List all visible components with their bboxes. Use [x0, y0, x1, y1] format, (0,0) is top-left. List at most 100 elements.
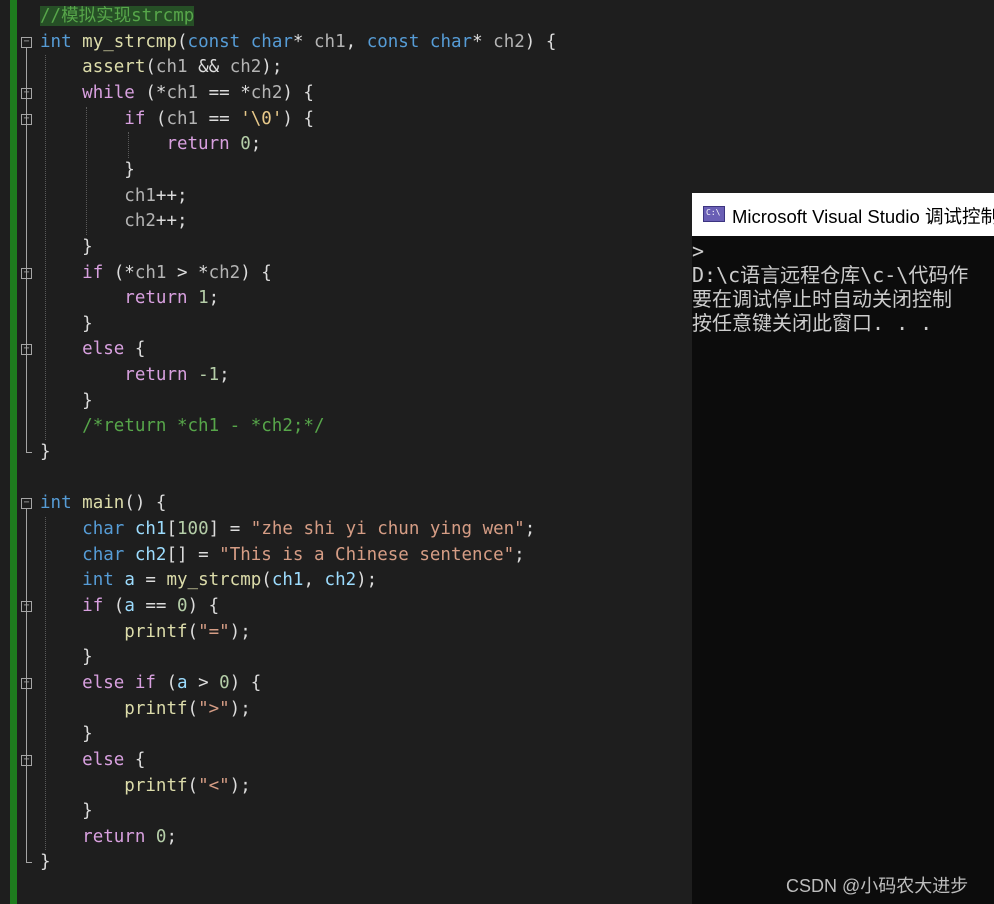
indent-guide: [45, 55, 46, 441]
indent-guide: [45, 517, 46, 851]
code-line[interactable]: else if (a > 0) {: [40, 671, 261, 696]
code-token: ch1: [271, 570, 304, 591]
code-token: ;: [524, 519, 536, 539]
code-token: ch1: [314, 31, 346, 52]
code-line[interactable]: return 0;: [40, 825, 177, 850]
code-line[interactable]: char ch2[] = "This is a Chinese sentence…: [40, 543, 525, 568]
code-token: /*return *ch1 - *ch2;*/: [82, 416, 325, 437]
code-line[interactable]: printf(">");: [40, 697, 250, 722]
console-output-line: 按任意键关闭此窗口. . .: [692, 311, 933, 335]
code-line[interactable]: }: [40, 440, 51, 465]
code-token: return: [82, 826, 146, 847]
code-token: [] =: [166, 544, 220, 565]
code-line[interactable]: int main() {: [40, 491, 166, 516]
console-app-icon: [703, 206, 725, 222]
code-line[interactable]: }: [40, 312, 93, 337]
code-token: }: [40, 647, 93, 668]
code-line[interactable]: assert(ch1 && ch2);: [40, 55, 282, 80]
code-token: printf: [124, 775, 188, 796]
code-line[interactable]: else {: [40, 337, 145, 362]
code-token: (: [187, 775, 199, 796]
code-token: ) {: [229, 672, 262, 693]
console-output[interactable]: > D:\c语言远程仓库\c-\代码作 要在调试停止时自动关闭控制 按任意键关闭此窗口…: [692, 239, 994, 335]
code-line[interactable]: return -1;: [40, 363, 230, 388]
code-token: > *: [166, 262, 209, 283]
code-line[interactable]: int my_strcmp(const char* ch1, const cha…: [40, 30, 556, 55]
code-token: ;: [166, 826, 178, 847]
code-line[interactable]: return 1;: [40, 286, 219, 311]
code-line[interactable]: }: [40, 389, 93, 414]
code-token: ;: [514, 544, 525, 565]
code-editor[interactable]: //模拟实现strcmp int my_strcmp(const char* ch…: [0, 0, 690, 904]
code-token: }: [40, 724, 93, 745]
code-token: ) {: [240, 262, 272, 283]
console-title-bar[interactable]: Microsoft Visual Studio 调试控制台: [692, 193, 994, 236]
code-token: ++;: [155, 211, 188, 232]
code-line[interactable]: /*return *ch1 - *ch2;*/: [40, 414, 324, 439]
code-token: ;: [219, 365, 230, 386]
code-token: *: [292, 31, 314, 52]
code-token: "zhe shi yi chun ying wen": [250, 519, 525, 539]
code-token: int: [40, 31, 72, 52]
code-token: );: [229, 775, 251, 796]
code-line[interactable]: }: [40, 722, 93, 747]
code-line[interactable]: }: [40, 158, 135, 183]
code-line[interactable]: printf("<");: [40, 774, 251, 799]
code-token: {: [124, 339, 146, 360]
code-line[interactable]: ch1++;: [40, 184, 187, 209]
code-line[interactable]: if (ch1 == '\0') {: [40, 107, 314, 132]
code-token: a: [124, 595, 135, 616]
code-line[interactable]: if (*ch1 > *ch2) {: [40, 261, 272, 286]
code-line[interactable]: int a = my_strcmp(ch1, ch2);: [40, 568, 377, 593]
code-token: =: [134, 570, 167, 591]
code-token: 0: [219, 672, 230, 693]
code-token: const: [366, 31, 420, 52]
code-line[interactable]: if (a == 0) {: [40, 594, 219, 619]
code-token: ">": [198, 698, 230, 719]
code-token: char: [82, 519, 125, 539]
code-token: 0: [155, 826, 167, 847]
console-output-line: 要在调试停止时自动关闭控制: [692, 287, 952, 311]
code-line[interactable]: }: [40, 235, 93, 260]
code-token: '\0': [240, 108, 283, 129]
code-token: char: [250, 31, 293, 52]
console-title: Microsoft Visual Studio 调试控制台: [732, 206, 994, 227]
code-line[interactable]: }: [40, 645, 93, 670]
code-token: (*: [103, 262, 135, 283]
code-token: (*: [134, 82, 167, 103]
code-line[interactable]: char ch1[100] = "zhe shi yi chun ying we…: [40, 517, 535, 542]
code-line[interactable]: else {: [40, 748, 145, 773]
fold-toggle-icon[interactable]: −: [21, 498, 32, 510]
indent-guide: [86, 106, 87, 235]
code-line[interactable]: }: [40, 799, 93, 824]
fold-range-line: [26, 47, 27, 453]
fold-toggle-icon[interactable]: −: [21, 36, 32, 48]
code-line[interactable]: printf("=");: [40, 620, 250, 645]
code-line[interactable]: }: [40, 850, 51, 875]
indent-guide: [128, 132, 129, 158]
debug-console-window[interactable]: Microsoft Visual Studio 调试控制台 >D:\c语言远程仓…: [692, 193, 994, 904]
console-output-line: >: [692, 239, 705, 263]
code-token: }: [40, 159, 135, 180]
code-token: //模拟实现strcmp: [40, 6, 195, 26]
code-line[interactable]: //模拟实现strcmp: [40, 4, 195, 29]
code-token: "<": [198, 775, 230, 796]
code-line[interactable]: return 0;: [40, 132, 261, 157]
code-line[interactable]: ch2++;: [40, 209, 188, 234]
code-token: 1: [198, 288, 209, 309]
code-token: ch2: [250, 82, 283, 103]
code-line[interactable]: while (*ch1 == *ch2) {: [40, 81, 314, 106]
code-token: ch1: [155, 57, 188, 78]
